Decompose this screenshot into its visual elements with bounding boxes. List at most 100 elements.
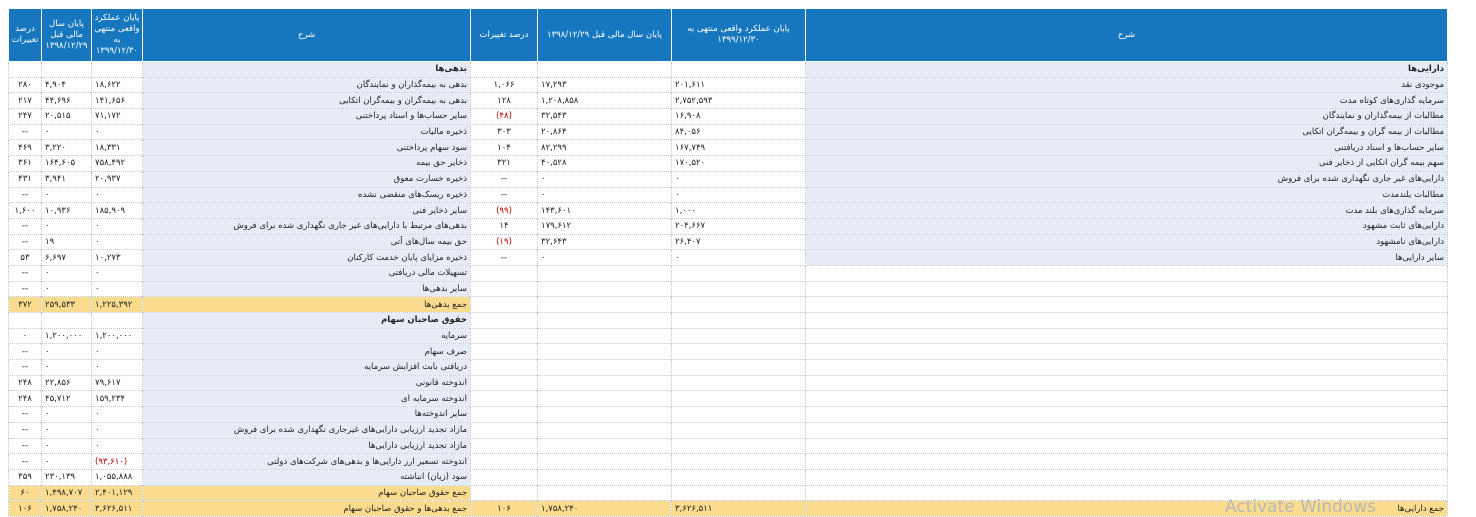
liability-prior-cell: ۲۵۹,۵۳۳ bbox=[41, 296, 92, 313]
asset-desc-cell: سهم بیمه گران اتکایی از ذخایر فنی bbox=[805, 155, 1448, 172]
liability-actual-cell: ۰ bbox=[91, 280, 143, 298]
liability-desc-cell: حقوق صاحبان سهام bbox=[142, 312, 471, 329]
liability-actual-cell: ۱,۲۰۰,۰۰۰ bbox=[91, 327, 143, 345]
table-row: دارایی‌های نامشهود ۲۶,۴۰۷ ۳۲,۶۴۳ (۱۹) حق بیم… bbox=[8, 233, 1448, 251]
asset-prior-cell: ۱,۲۰۸,۸۵۸ bbox=[537, 92, 672, 110]
asset-change-cell: ۱۲۸ bbox=[470, 92, 538, 110]
liability-actual-cell: ۰ bbox=[91, 359, 143, 376]
asset-prior-cell: ۰ bbox=[537, 170, 672, 188]
liability-actual-cell: ۱۸۵,۹۰۹ bbox=[91, 202, 143, 219]
liability-actual-cell: ۰ bbox=[91, 437, 143, 455]
liability-desc-cell: بدهی‌های مرتبط با دارایی‌های غیر جاری نگ… bbox=[142, 217, 471, 235]
asset-desc-cell: موجودی نقد bbox=[805, 76, 1448, 94]
liability-change-cell: ۱۰۶ bbox=[8, 500, 42, 517]
liability-actual-cell: ۰ bbox=[91, 233, 143, 251]
table-row: دارایی‌های غیر جاری نگهداری شده برای فرو… bbox=[8, 170, 1448, 188]
table-row: سرمایه ۱,۲۰۰,۰۰۰ ۱,۲۰۰,۰۰۰ ۰ bbox=[8, 327, 1448, 345]
liability-actual-cell: ۱۴۱,۶۵۶ bbox=[91, 92, 143, 110]
liability-desc-cell: بدهی‌ها bbox=[142, 61, 471, 78]
liabilities-prior-header: پایان سال مالی قبل ۱۳۹۸/۱۲/۲۹ bbox=[41, 8, 92, 62]
table-row: سایر دارایی‌ها ۰ ۰ -- ذخیره مزایای پایان خدم… bbox=[8, 249, 1448, 266]
asset-change-cell bbox=[470, 296, 538, 313]
liability-change-cell: -- bbox=[8, 280, 42, 298]
asset-prior-cell bbox=[537, 343, 672, 361]
liability-change-cell: ۵۳ bbox=[8, 249, 42, 266]
asset-desc-cell bbox=[805, 390, 1448, 408]
asset-desc-cell: دارایی‌های غیر جاری نگهداری شده برای فرو… bbox=[805, 170, 1448, 188]
liability-change-cell: ۳۶۱ bbox=[8, 155, 42, 172]
liability-prior-cell bbox=[41, 61, 92, 78]
asset-change-cell bbox=[470, 390, 538, 408]
asset-change-cell: ۱۴ bbox=[470, 217, 538, 235]
table-row: اندوخته سرمایه ای ۱۵۹,۲۳۴ ۴۵,۷۱۲ ۲۴۸ bbox=[8, 390, 1448, 408]
asset-change-cell bbox=[470, 327, 538, 345]
liability-prior-cell: ۰ bbox=[41, 264, 92, 282]
liability-desc-cell: اندوخته قانونی bbox=[142, 374, 471, 392]
liability-desc-cell: صرف سهام bbox=[142, 343, 471, 361]
liability-actual-cell bbox=[91, 61, 143, 78]
liability-change-cell: -- bbox=[8, 437, 42, 455]
table-row: سرمایه گذاری‌های کوتاه مدت ۲,۷۵۲,۵۹۳ ۱,۲۰۸… bbox=[8, 92, 1448, 110]
liability-prior-cell: ۱۰,۹۳۶ bbox=[41, 202, 92, 219]
asset-desc-cell bbox=[805, 453, 1448, 470]
asset-prior-cell bbox=[537, 374, 672, 392]
asset-actual-cell bbox=[671, 264, 806, 282]
liability-actual-cell: ۱,۲۲۵,۳۹۲ bbox=[91, 296, 143, 313]
table-row: مازاد تجدید ارزیابی دارایی‌ها ۰ ۰ -- bbox=[8, 437, 1448, 455]
liability-prior-cell: ۱,۷۵۸,۲۴۰ bbox=[41, 500, 92, 517]
asset-desc-cell bbox=[805, 374, 1448, 392]
table-row: سایر اندوخته‌ها ۰ ۰ -- bbox=[8, 406, 1448, 423]
asset-prior-cell bbox=[537, 421, 672, 439]
asset-prior-cell: ۳۲,۵۴۳ bbox=[537, 108, 672, 125]
liability-change-cell: -- bbox=[8, 453, 42, 470]
asset-prior-cell bbox=[537, 390, 672, 408]
asset-actual-cell: ۸۴,۰۵۶ bbox=[671, 123, 806, 141]
liability-actual-cell: ۰ bbox=[91, 421, 143, 439]
asset-change-cell bbox=[470, 312, 538, 329]
asset-actual-cell bbox=[671, 343, 806, 361]
liability-prior-cell: ۴۴,۶۹۶ bbox=[41, 92, 92, 110]
asset-change-cell bbox=[470, 406, 538, 423]
liability-desc-cell: ذخیره خسارت معوق bbox=[142, 170, 471, 188]
asset-change-cell bbox=[470, 374, 538, 392]
liability-prior-cell: ۴۵,۷۱۲ bbox=[41, 390, 92, 408]
liability-desc-cell: جمع بدهی‌ها bbox=[142, 296, 471, 313]
liability-actual-cell: ۱,۰۵۵,۸۸۸ bbox=[91, 468, 143, 486]
liability-change-cell: ۴۳۱ bbox=[8, 170, 42, 188]
assets-prior-header: پایان سال مالی قبل ۱۳۹۸/۱۲/۲۹ bbox=[537, 8, 672, 62]
asset-desc-cell bbox=[805, 280, 1448, 298]
asset-actual-cell bbox=[671, 390, 806, 408]
liability-desc-cell: سایر بدهی‌ها bbox=[142, 280, 471, 298]
liability-change-cell: -- bbox=[8, 186, 42, 204]
liability-actual-cell: (۹۳,۶۱۰) bbox=[91, 453, 143, 470]
table-row: مازاد تجدید ارزیابی دارایی‌های غیرجاری ن… bbox=[8, 421, 1448, 439]
asset-desc-cell bbox=[805, 264, 1448, 282]
liability-prior-cell: ۰ bbox=[41, 453, 92, 470]
liability-actual-cell: ۰ bbox=[91, 123, 143, 141]
liability-desc-cell: حق بیمه سال‌های آتی bbox=[142, 233, 471, 251]
asset-prior-cell: ۰ bbox=[537, 186, 672, 204]
header-row: شرح پایان عملکرد واقعی منتهی به ۱۳۹۹/۱۲/… bbox=[8, 8, 1448, 62]
liability-change-cell: ۳۷۲ bbox=[8, 296, 42, 313]
asset-actual-cell bbox=[671, 61, 806, 78]
asset-actual-cell: ۰ bbox=[671, 170, 806, 188]
asset-change-cell bbox=[470, 453, 538, 470]
asset-change-cell: (۴۸) bbox=[470, 108, 538, 125]
liability-desc-cell: سود سهام پرداختنی bbox=[142, 139, 471, 157]
asset-change-cell: ۳۰۳ bbox=[470, 123, 538, 141]
table-row: سایر بدهی‌ها ۰ ۰ -- bbox=[8, 280, 1448, 298]
asset-prior-cell: ۱۷,۲۹۳ bbox=[537, 76, 672, 94]
assets-change-header: درصد تغییرات bbox=[470, 8, 538, 62]
asset-prior-cell bbox=[537, 61, 672, 78]
asset-prior-cell: ۸۲,۲۹۹ bbox=[537, 139, 672, 157]
liability-desc-cell: مازاد تجدید ارزیابی دارایی‌ها bbox=[142, 437, 471, 455]
liability-desc-cell: سایر حساب‌ها و اسناد پرداختنی bbox=[142, 108, 471, 125]
liability-change-cell: ۲۸۰ bbox=[8, 76, 42, 94]
liability-desc-cell: ذخیره مزایای پایان خدمت کارکنان bbox=[142, 249, 471, 266]
liability-change-cell: -- bbox=[8, 233, 42, 251]
asset-desc-cell: مطالبات از بیمه‌گذاران و نمایندگان bbox=[805, 108, 1448, 125]
asset-prior-cell: ۲۰,۸۶۴ bbox=[537, 123, 672, 141]
asset-change-cell bbox=[470, 343, 538, 361]
balance-sheet-table: شرح پایان عملکرد واقعی منتهی به ۱۳۹۹/۱۲/… bbox=[8, 8, 1448, 517]
table-row: مطالبات بلندمدت ۰ ۰ -- ذخیره ریسک‌های منقضی … bbox=[8, 186, 1448, 204]
